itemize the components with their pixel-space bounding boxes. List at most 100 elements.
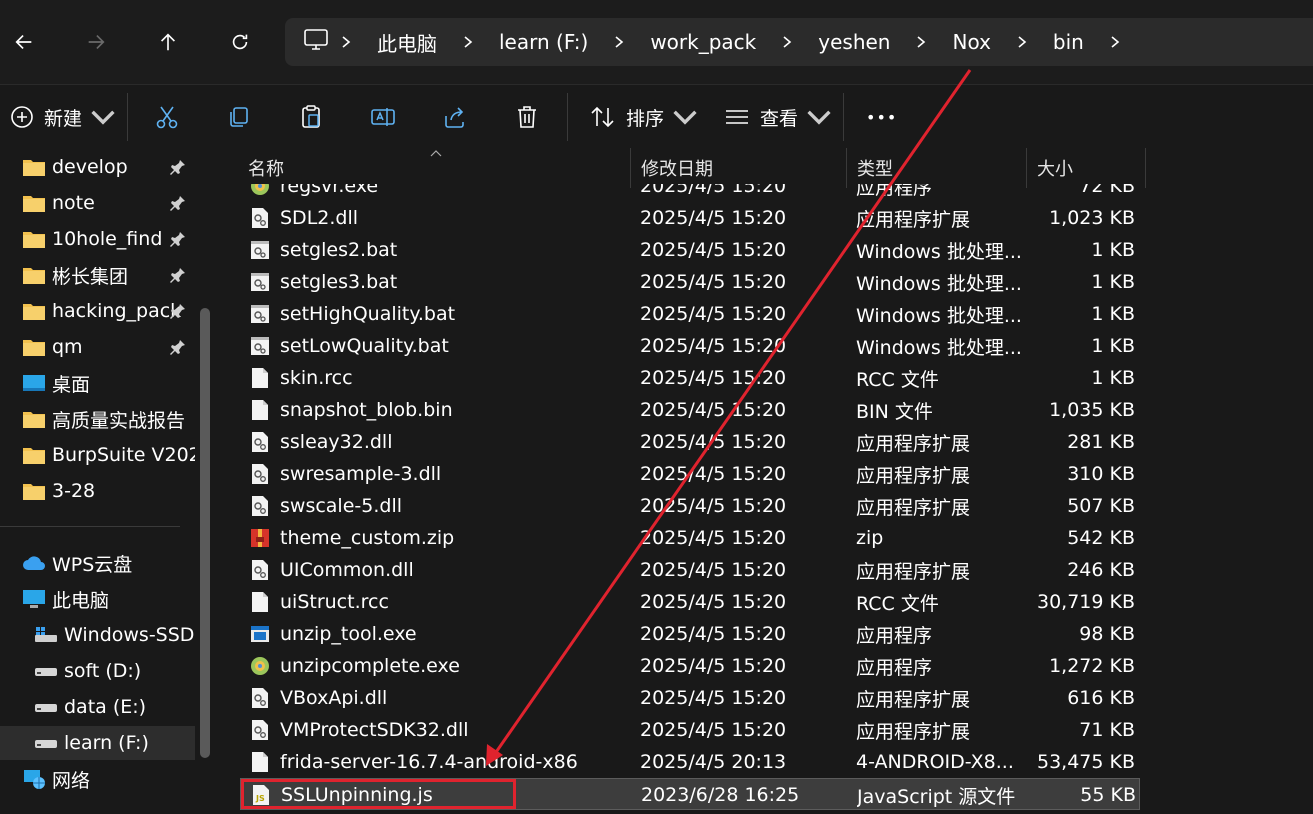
pc-icon (22, 588, 46, 610)
sidebar-item[interactable]: 此电脑 (0, 582, 195, 616)
chevron-right-icon[interactable] (770, 18, 804, 66)
file-row[interactable]: setgles2.bat 2025/4/5 15:20 Windows 批处理...… (240, 234, 1140, 266)
file-size: 1,023 KB (1049, 207, 1135, 229)
bat-icon (250, 303, 270, 325)
navigation-pane: develop note 10hole_find 彬长集团 hacking_packqm… (0, 148, 212, 814)
file-row[interactable]: UICommon.dll 2025/4/5 15:20 应用程序扩展 246 KB (240, 554, 1140, 586)
file-row[interactable]: uiStruct.rcc 2025/4/5 15:20 RCC 文件 30,719 K… (240, 586, 1140, 618)
share-icon (445, 107, 464, 128)
chevron-right-icon[interactable] (1005, 18, 1039, 66)
view-button[interactable]: 查看 (724, 97, 832, 137)
sidebar-item[interactable]: 彬长集团 (0, 258, 195, 292)
file-row[interactable]: frida-server-16.7.4-android-x86 2025/4/5 … (240, 746, 1140, 778)
file-date: 2025/4/5 15:20 (640, 335, 787, 357)
file-type: 应用程序扩展 (856, 432, 971, 455)
more-icon: ••• (866, 107, 898, 127)
sidebar-scrollbar[interactable] (200, 308, 210, 758)
file-row[interactable]: setLowQuality.bat 2025/4/5 15:20 Windows 批… (240, 330, 1140, 362)
sort-button[interactable]: 排序 (590, 97, 698, 137)
chevron-right-icon[interactable] (451, 18, 485, 66)
file-name-cell: uiStruct.rcc (250, 586, 630, 618)
refresh-button[interactable] (220, 22, 260, 62)
breadcrumb-item-this-pc[interactable]: 此电脑 (363, 28, 451, 57)
file-name-cell: setHighQuality.bat (250, 298, 630, 330)
breadcrumb-item-bin[interactable]: bin (1039, 30, 1098, 54)
rename-button[interactable] (370, 97, 396, 137)
sidebar-item[interactable]: hacking_pack (0, 294, 195, 328)
paste-button[interactable] (298, 97, 324, 137)
file-row[interactable]: unzip_tool.exe 2025/4/5 15:20 应用程序 98 KB (240, 618, 1140, 650)
breadcrumb-item-learn[interactable]: learn (F:) (485, 30, 602, 54)
chevron-right-icon[interactable] (329, 18, 363, 66)
sidebar-item[interactable]: develop (0, 150, 195, 184)
sidebar-item[interactable]: soft (D:) (0, 654, 195, 688)
file-row[interactable]: setgles3.bat 2025/4/5 15:20 Windows 批处理...… (240, 266, 1140, 298)
column-header-size[interactable]: 大小 (1027, 148, 1146, 188)
sidebar-item[interactable]: BurpSuite V2024 (0, 438, 195, 472)
column-header-name[interactable]: 名称 (238, 148, 631, 188)
breadcrumb-item-yeshen[interactable]: yeshen (804, 30, 904, 54)
sidebar-item[interactable]: Windows-SSD ( (0, 618, 195, 652)
arrow-right-icon (88, 34, 105, 50)
sidebar-item[interactable]: data (E:) (0, 690, 195, 724)
chevron-right-icon[interactable] (904, 18, 938, 66)
sidebar-item[interactable]: 网络 (0, 762, 195, 796)
breadcrumb[interactable]: 此电脑 learn (F:) work_pack yeshen Nox bin (285, 18, 1313, 66)
file-name-cell: SDL2.dll (250, 202, 630, 234)
sidebar-item[interactable]: 3-28 (0, 474, 195, 508)
file-type: 应用程序扩展 (856, 208, 971, 231)
sidebar-item[interactable]: WPS云盘 (0, 546, 195, 580)
more-options-button[interactable]: ••• (866, 97, 897, 137)
file-row[interactable]: snapshot_blob.bin 2025/4/5 15:20 BIN 文件 1,0… (240, 394, 1140, 426)
column-header-type[interactable]: 类型 (847, 148, 1027, 188)
file-row[interactable]: SDL2.dll 2025/4/5 15:20 应用程序扩展 1,023 KB (240, 202, 1140, 234)
column-header-date[interactable]: 修改日期 (631, 148, 847, 188)
sidebar-item-label: Windows-SSD ( (64, 624, 195, 646)
sidebar-item[interactable]: 桌面 (0, 366, 195, 400)
sidebar-item[interactable]: qm (0, 330, 195, 364)
file-row[interactable]: VMProtectSDK32.dll 2025/4/5 15:20 应用程序扩展 71… (240, 714, 1140, 746)
file-icon (250, 367, 270, 389)
folder-icon (22, 192, 46, 214)
file-size: 1 KB (1091, 271, 1135, 293)
file-row[interactable]: setHighQuality.bat 2025/4/5 15:20 Windows … (240, 298, 1140, 330)
chevron-right-icon[interactable] (1098, 18, 1132, 66)
file-date: 2025/4/5 15:20 (640, 591, 787, 613)
file-name: frida-server-16.7.4-android-x86 (280, 751, 578, 773)
breadcrumb-item-nox[interactable]: Nox (938, 30, 1004, 54)
file-name-cell: unzipcomplete.exe (250, 650, 630, 682)
file-row[interactable]: swresample-3.dll 2025/4/5 15:20 应用程序扩展 310 … (240, 458, 1140, 490)
sidebar-item[interactable]: learn (F:) (0, 726, 195, 760)
file-name-cell: UICommon.dll (250, 554, 630, 586)
list-view-icon (726, 110, 748, 124)
chevron-right-icon[interactable] (602, 18, 636, 66)
forward-button[interactable] (76, 22, 116, 62)
sidebar-item-label: qm (52, 336, 83, 358)
share-button[interactable] (442, 97, 468, 137)
file-size: 72 KB (1079, 184, 1135, 197)
sidebar-item[interactable]: note (0, 186, 195, 220)
file-name-cell: VMProtectSDK32.dll (250, 714, 630, 746)
sidebar-item[interactable]: 10hole_find (0, 222, 195, 256)
file-row[interactable]: unzipcomplete.exe 2025/4/5 15:20 应用程序 1,272… (240, 650, 1140, 682)
file-row[interactable]: swscale-5.dll 2025/4/5 15:20 应用程序扩展 507 KB (240, 490, 1140, 522)
file-row[interactable]: skin.rcc 2025/4/5 15:20 RCC 文件 1 KB (240, 362, 1140, 394)
exe-icon (250, 655, 270, 677)
file-row[interactable]: ssleay32.dll 2025/4/5 15:20 应用程序扩展 281 KB (240, 426, 1140, 458)
file-row[interactable]: regsvr.exe 2025/4/5 15:20 应用程序 72 KB (240, 184, 1140, 202)
back-button[interactable] (4, 22, 44, 62)
file-size: 1 KB (1091, 335, 1135, 357)
new-button[interactable]: 新建 (10, 97, 116, 137)
cut-button[interactable] (154, 97, 180, 137)
file-date: 2025/4/5 15:20 (640, 271, 787, 293)
file-row[interactable]: theme_custom.zip 2025/4/5 15:20 zip 542 KB (240, 522, 1140, 554)
delete-button[interactable] (514, 97, 540, 137)
annotation-highlight-box (241, 779, 516, 809)
clipboard-icon (302, 105, 320, 128)
file-row[interactable]: VBoxApi.dll 2025/4/5 15:20 应用程序扩展 616 KB (240, 682, 1140, 714)
breadcrumb-item-work-pack[interactable]: work_pack (636, 30, 770, 54)
computer-icon[interactable] (303, 28, 329, 56)
up-button[interactable] (148, 22, 188, 62)
sidebar-item[interactable]: 高质量实战报告 (0, 402, 195, 436)
copy-button[interactable] (226, 97, 252, 137)
